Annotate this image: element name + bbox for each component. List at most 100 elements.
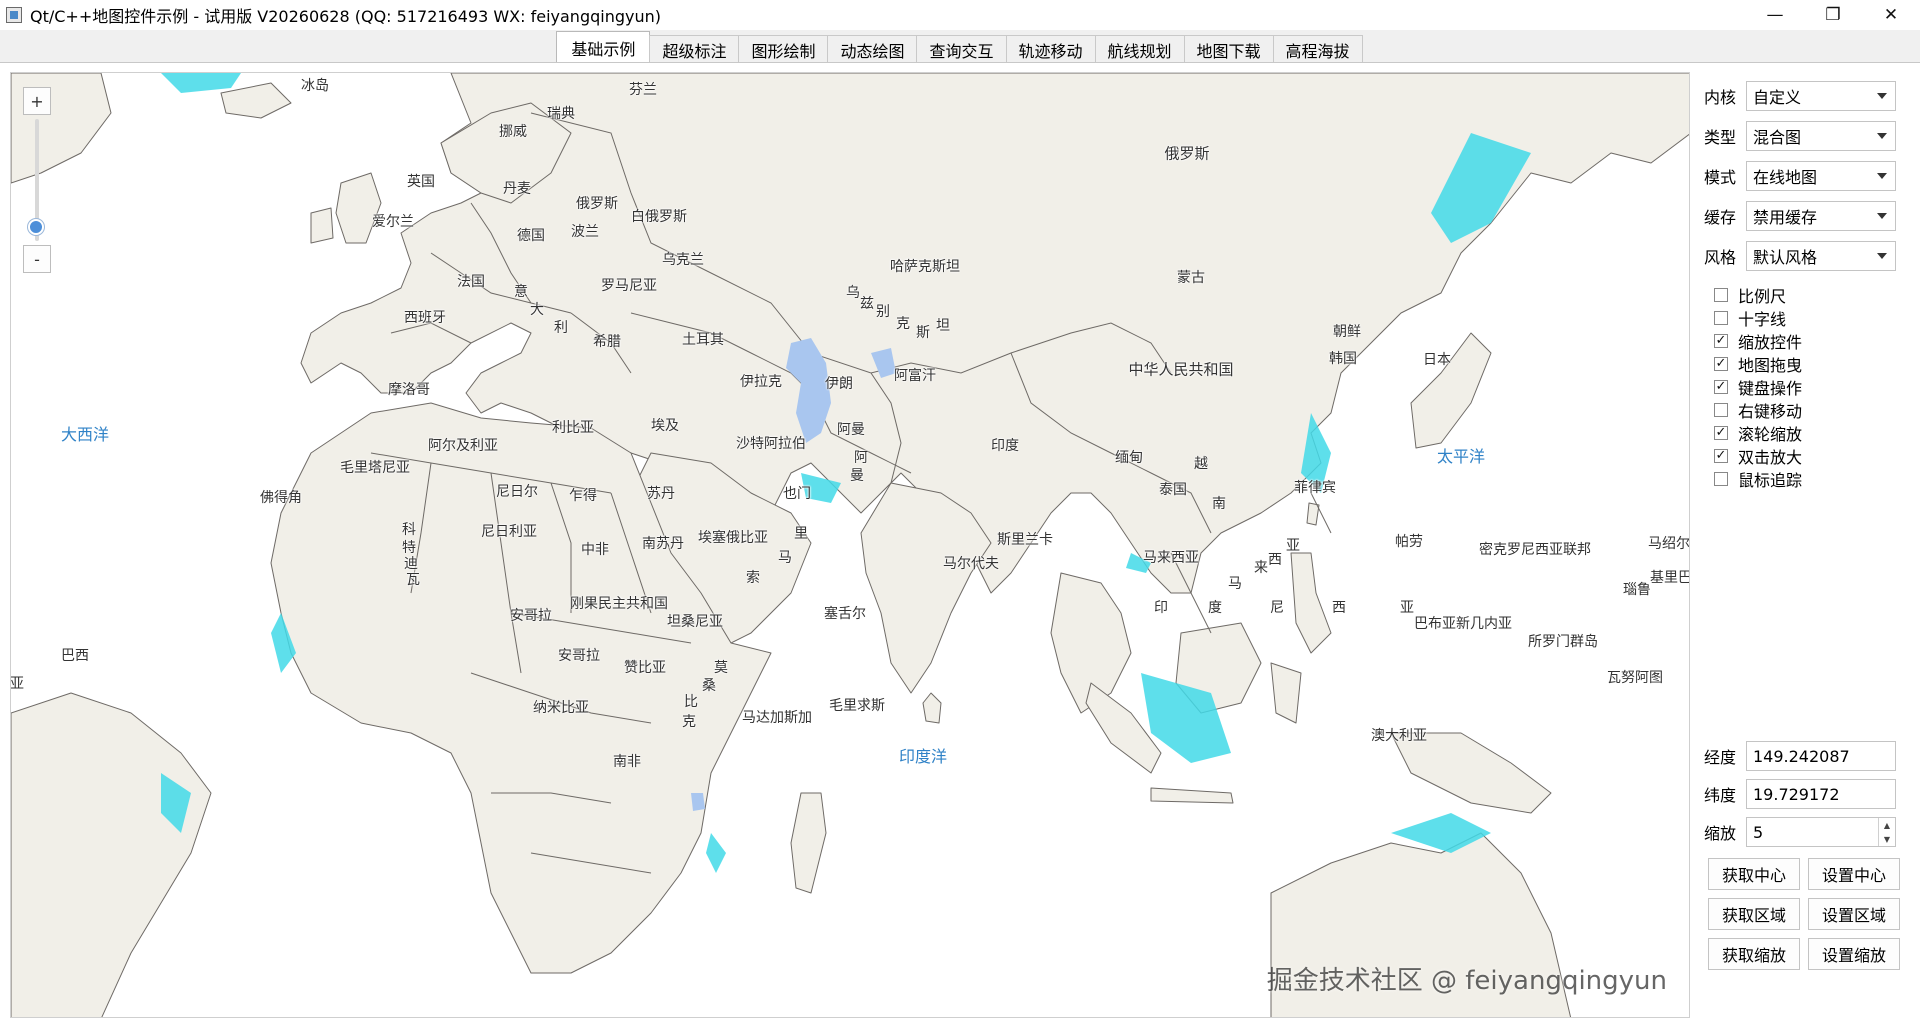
- ocean-label-pacific: 太平洋: [1436, 447, 1486, 466]
- country-label: 尼: [1270, 600, 1284, 616]
- checkbox-box[interactable]: ✓: [1714, 426, 1728, 440]
- checkbox-label: 缩放控件: [1738, 333, 1803, 352]
- country-label: 俄罗斯: [576, 196, 618, 212]
- close-button[interactable]: ✕: [1862, 0, 1920, 30]
- country-label: 法国: [457, 274, 485, 290]
- spin-buttons[interactable]: ▲ ▼: [1878, 818, 1895, 846]
- maximize-button[interactable]: ❐: [1804, 0, 1862, 30]
- mode-label: 模式: [1704, 168, 1737, 187]
- set-zoom-button[interactable]: 设置缩放: [1808, 938, 1900, 970]
- country-label: 土耳其: [682, 332, 724, 348]
- tab-elevation[interactable]: 高程海拔: [1272, 35, 1363, 63]
- checkbox-wheel-zoom[interactable]: ✓ 滚轮缩放: [1714, 422, 1802, 444]
- zoom-in-button[interactable]: +: [23, 87, 51, 115]
- checkbox-zoom-control[interactable]: ✓ 缩放控件: [1714, 330, 1802, 352]
- india-landmass: [860, 482, 992, 694]
- checkbox-box[interactable]: [1714, 472, 1728, 486]
- style-label: 风格: [1704, 248, 1737, 267]
- cache-combobox[interactable]: 禁用缓存: [1746, 201, 1896, 231]
- mode-combobox[interactable]: 在线地图: [1746, 161, 1896, 191]
- country-label: 亚: [1400, 600, 1414, 616]
- zoom-slider-handle[interactable]: [28, 219, 44, 235]
- tab-download[interactable]: 地图下载: [1183, 35, 1274, 63]
- country-label: 白俄罗斯: [631, 209, 687, 225]
- lng-label: 经度: [1704, 748, 1737, 767]
- lat-input[interactable]: 19.729172: [1746, 779, 1896, 809]
- chevron-down-icon: [1877, 173, 1887, 179]
- style-combobox[interactable]: 默认风格: [1746, 241, 1896, 271]
- victoria-lake: [691, 793, 705, 811]
- checkbox-box[interactable]: ✓: [1714, 357, 1728, 371]
- country-label: 哈萨克斯坦: [890, 259, 960, 275]
- southamerica-landmass: [11, 692, 212, 1017]
- spin-down-icon[interactable]: ▼: [1884, 835, 1890, 844]
- country-label: 兹: [860, 296, 874, 312]
- core-value: 自定义: [1753, 88, 1802, 107]
- tab-shape-draw[interactable]: 图形绘制: [738, 35, 829, 63]
- tab-query[interactable]: 查询交互: [916, 35, 1007, 63]
- checkbox-box[interactable]: [1714, 288, 1728, 302]
- window-controls: — ❐ ✕: [1746, 0, 1920, 30]
- checkbox-keyboard[interactable]: ✓ 键盘操作: [1714, 376, 1802, 398]
- country-label: 刚果民主共和国: [570, 596, 668, 612]
- map-view[interactable]: 大西洋 太平洋 印度洋 俄罗斯 哈萨克斯坦 蒙古 中华人民共和国 冰岛 芬兰 瑞…: [10, 72, 1690, 1018]
- checkbox-box[interactable]: [1714, 311, 1728, 325]
- checkbox-box[interactable]: ✓: [1714, 449, 1728, 463]
- checkbox-box[interactable]: ✓: [1714, 380, 1728, 394]
- checkbox-box[interactable]: ✓: [1714, 334, 1728, 348]
- tab-basic[interactable]: 基础示例: [556, 31, 651, 63]
- country-label: 纳米比亚: [533, 700, 589, 716]
- checkbox-label: 键盘操作: [1738, 379, 1803, 398]
- watermark: 掘金技术社区 @ feiyangqingyun: [1266, 966, 1667, 996]
- tab-track[interactable]: 轨迹移动: [1005, 35, 1096, 63]
- zoom-out-button[interactable]: -: [23, 245, 51, 273]
- srilanka-landmass: [922, 692, 942, 724]
- country-label: 毛里求斯: [829, 698, 885, 714]
- app-icon: [6, 7, 22, 23]
- get-area-button[interactable]: 获取区域: [1708, 898, 1800, 930]
- country-label: 波兰: [571, 224, 599, 240]
- country-label: 瑞典: [547, 106, 575, 122]
- country-label: 曼: [850, 468, 864, 484]
- checkbox-scale[interactable]: 比例尺: [1714, 284, 1786, 306]
- type-value: 混合图: [1753, 128, 1802, 147]
- country-label: 基里巴: [1650, 570, 1690, 586]
- get-center-button[interactable]: 获取中心: [1708, 858, 1800, 890]
- chevron-down-icon: [1877, 213, 1887, 219]
- set-area-button[interactable]: 设置区域: [1808, 898, 1900, 930]
- checkbox-label: 鼠标追踪: [1738, 471, 1803, 490]
- window-title: Qt/C++地图控件示例 - 试用版 V20260628 (QQ: 517216…: [30, 7, 661, 26]
- checkbox-crosshair[interactable]: 十字线: [1714, 307, 1786, 329]
- type-combobox[interactable]: 混合图: [1746, 121, 1896, 151]
- country-label: 菲律宾: [1294, 480, 1336, 496]
- zoom-spinbox[interactable]: 5 ▲ ▼: [1746, 817, 1896, 847]
- lng-input[interactable]: 149.242087: [1746, 741, 1896, 771]
- country-label: 大: [530, 302, 544, 318]
- checkbox-right-move[interactable]: 右键移动: [1714, 399, 1802, 421]
- cache-value: 禁用缓存: [1753, 208, 1818, 227]
- country-label: 阿尔及利亚: [428, 438, 498, 454]
- checkbox-box[interactable]: [1714, 403, 1728, 417]
- tab-dynamic-draw[interactable]: 动态绘图: [827, 35, 918, 63]
- country-label: 斯: [916, 325, 930, 341]
- checkbox-mouse-track[interactable]: 鼠标追踪: [1714, 468, 1802, 490]
- get-zoom-button[interactable]: 获取缩放: [1708, 938, 1800, 970]
- country-label: 南非: [613, 754, 641, 770]
- country-label: 朝鲜: [1333, 324, 1361, 340]
- tab-super-marker[interactable]: 超级标注: [649, 35, 740, 63]
- country-label: 索: [746, 570, 760, 586]
- tab-route[interactable]: 航线规划: [1094, 35, 1185, 63]
- checkbox-dblclick-zoom[interactable]: ✓ 双击放大: [1714, 445, 1802, 467]
- set-center-button[interactable]: 设置中心: [1808, 858, 1900, 890]
- country-label: 乍得: [569, 488, 597, 504]
- country-label: 安哥拉: [558, 648, 600, 664]
- chevron-down-icon: [1877, 93, 1887, 99]
- country-label: 坦桑尼亚: [667, 614, 723, 630]
- core-combobox[interactable]: 自定义: [1746, 81, 1896, 111]
- country-label: 泰国: [1159, 482, 1187, 498]
- spin-up-icon[interactable]: ▲: [1884, 821, 1890, 830]
- checkbox-label: 双击放大: [1738, 448, 1803, 467]
- minimize-button[interactable]: —: [1746, 0, 1804, 30]
- checkbox-map-drag[interactable]: ✓ 地图拖曳: [1714, 353, 1802, 375]
- country-label: 缅甸: [1115, 450, 1143, 466]
